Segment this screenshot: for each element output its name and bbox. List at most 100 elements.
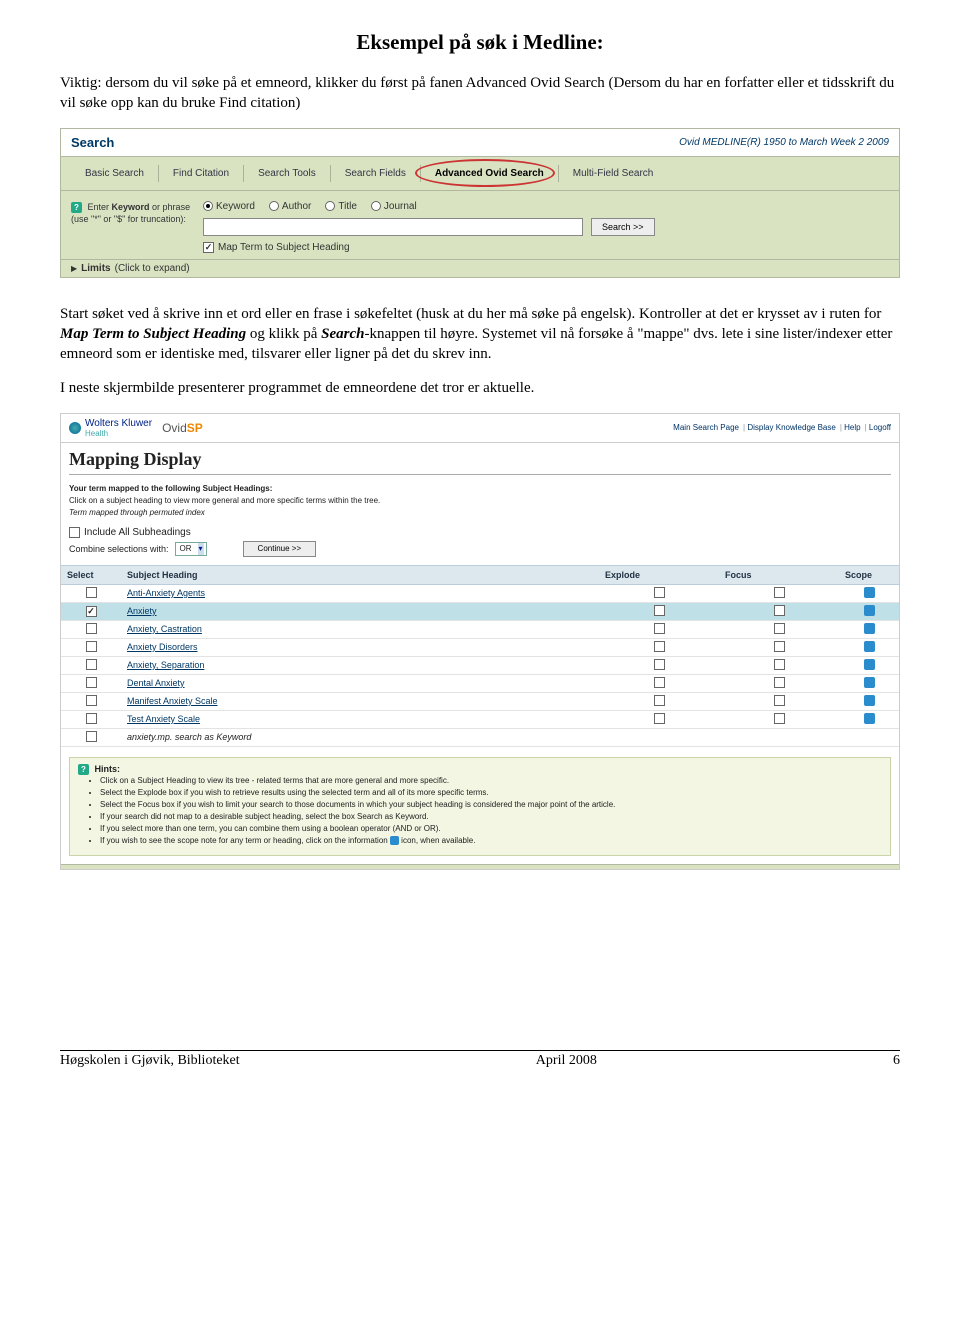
table-row: Anxiety [61, 602, 899, 620]
explode-checkbox[interactable] [654, 659, 665, 670]
scope-info-icon[interactable] [864, 695, 875, 706]
col-select: Select [61, 565, 121, 584]
search-button[interactable]: Search >> [591, 218, 655, 236]
top-nav-links: Main Search Page Display Knowledge Base … [673, 423, 891, 432]
subject-heading-link[interactable]: Test Anxiety Scale [127, 714, 200, 724]
map-term-checkbox[interactable] [203, 242, 214, 253]
radio-icon [203, 201, 213, 211]
radio-author[interactable]: Author [269, 201, 311, 212]
explode-checkbox[interactable] [654, 605, 665, 616]
select-checkbox[interactable] [86, 606, 97, 617]
radio-keyword[interactable]: Keyword [203, 201, 255, 212]
footer-page-number: 6 [893, 1053, 900, 1069]
focus-checkbox[interactable] [774, 659, 785, 670]
combine-label: Combine selections with: [69, 544, 169, 554]
tab-search-tools[interactable]: Search Tools [243, 165, 330, 182]
divider [69, 474, 891, 475]
enter-keyword-label: ? Enter Keyword or phrase (use "*" or "$… [71, 201, 191, 253]
select-checkbox[interactable] [86, 677, 97, 688]
hint-item: If you select more than one term, you ca… [100, 823, 882, 835]
select-checkbox[interactable] [86, 641, 97, 652]
scope-info-icon[interactable] [864, 605, 875, 616]
tab-find-citation[interactable]: Find Citation [158, 165, 243, 182]
include-all-subheadings-checkbox[interactable] [69, 527, 80, 538]
limits-row[interactable]: ▶ Limits (Click to expand) [61, 260, 899, 277]
focus-checkbox[interactable] [774, 623, 785, 634]
search-panel-figure: Search Ovid MEDLINE(R) 1950 to March Wee… [60, 128, 900, 278]
col-focus: Focus [719, 565, 839, 584]
select-checkbox[interactable] [86, 659, 97, 670]
select-checkbox[interactable] [86, 731, 97, 742]
database-label: Ovid MEDLINE(R) 1950 to March Week 2 200… [679, 137, 889, 148]
combine-select[interactable]: OR [175, 542, 207, 556]
link-help[interactable]: Help [840, 423, 861, 432]
subject-heading-link[interactable]: Manifest Anxiety Scale [127, 696, 218, 706]
tab-search-fields[interactable]: Search Fields [330, 165, 420, 182]
mapping-title: Mapping Display [61, 443, 899, 472]
select-checkbox[interactable] [86, 695, 97, 706]
select-checkbox[interactable] [86, 713, 97, 724]
subject-heading-link[interactable]: Anxiety [127, 606, 157, 616]
hints-box: ? Hints: Click on a Subject Heading to v… [69, 757, 891, 856]
subject-heading-link[interactable]: Anxiety Disorders [127, 642, 198, 652]
subject-heading-link[interactable]: Anti-Anxiety Agents [127, 588, 205, 598]
tab-multi-field-search[interactable]: Multi-Field Search [558, 165, 668, 182]
limits-label: Limits [81, 263, 110, 274]
explode-checkbox[interactable] [654, 677, 665, 688]
focus-checkbox[interactable] [774, 695, 785, 706]
explode-checkbox[interactable] [654, 713, 665, 724]
mapping-meta: Your term mapped to the following Subjec… [61, 483, 899, 525]
tab-advanced-label: Advanced Ovid Search [435, 168, 544, 179]
mapping-table: Select Subject Heading Explode Focus Sco… [61, 565, 899, 747]
subject-heading-link: anxiety.mp. search as Keyword [127, 732, 251, 742]
select-checkbox[interactable] [86, 587, 97, 598]
table-row: anxiety.mp. search as Keyword [61, 728, 899, 746]
radio-icon [371, 201, 381, 211]
map-term-label: Map Term to Subject Heading [218, 242, 350, 253]
explode-checkbox[interactable] [654, 623, 665, 634]
search-input[interactable] [203, 218, 583, 236]
link-main-search[interactable]: Main Search Page [673, 423, 739, 432]
mapping-display-figure: Wolters Kluwer Health OvidSP Main Search… [60, 413, 900, 870]
radio-title[interactable]: Title [325, 201, 357, 212]
scope-info-icon [390, 836, 399, 845]
focus-checkbox[interactable] [774, 641, 785, 652]
focus-checkbox[interactable] [774, 587, 785, 598]
link-knowledge-base[interactable]: Display Knowledge Base [743, 423, 836, 432]
tab-advanced-ovid-search[interactable]: Advanced Ovid Search [420, 165, 558, 182]
search-tabs: Basic Search Find Citation Search Tools … [61, 157, 899, 191]
subject-heading-link[interactable]: Anxiety, Castration [127, 624, 202, 634]
scope-info-icon[interactable] [864, 587, 875, 598]
hint-item: If your search did not map to a desirabl… [100, 811, 882, 823]
scope-info-icon[interactable] [864, 659, 875, 670]
focus-checkbox[interactable] [774, 713, 785, 724]
table-row: Anti-Anxiety Agents [61, 584, 899, 602]
explode-checkbox[interactable] [654, 695, 665, 706]
scope-info-icon[interactable] [864, 623, 875, 634]
search-heading: Search [71, 135, 114, 150]
scope-info-icon[interactable] [864, 677, 875, 688]
footer-left: Høgskolen i Gjøvik, Biblioteket [60, 1053, 240, 1069]
ovidsp-logo: OvidSP [162, 421, 203, 435]
focus-checkbox[interactable] [774, 605, 785, 616]
scope-info-icon[interactable] [864, 641, 875, 652]
continue-button[interactable]: Continue >> [243, 541, 317, 557]
page-title: Eksempel på søk i Medline: [60, 30, 900, 55]
tab-basic-search[interactable]: Basic Search [71, 165, 158, 182]
hint-item: If you wish to see the scope note for an… [100, 835, 882, 847]
intro-paragraph: Viktig: dersom du vil søke på et emneord… [60, 73, 900, 114]
subject-heading-link[interactable]: Anxiety, Separation [127, 660, 204, 670]
select-checkbox[interactable] [86, 623, 97, 634]
help-icon[interactable]: ? [71, 202, 82, 213]
radio-journal[interactable]: Journal [371, 201, 417, 212]
explode-checkbox[interactable] [654, 641, 665, 652]
explode-checkbox[interactable] [654, 587, 665, 598]
table-row: Test Anxiety Scale [61, 710, 899, 728]
page-footer: Høgskolen i Gjøvik, Biblioteket April 20… [60, 1050, 900, 1069]
link-logoff[interactable]: Logoff [865, 423, 891, 432]
wolters-kluwer-logo: Wolters Kluwer Health [69, 418, 152, 438]
table-row: Anxiety Disorders [61, 638, 899, 656]
subject-heading-link[interactable]: Dental Anxiety [127, 678, 185, 688]
scope-info-icon[interactable] [864, 713, 875, 724]
focus-checkbox[interactable] [774, 677, 785, 688]
